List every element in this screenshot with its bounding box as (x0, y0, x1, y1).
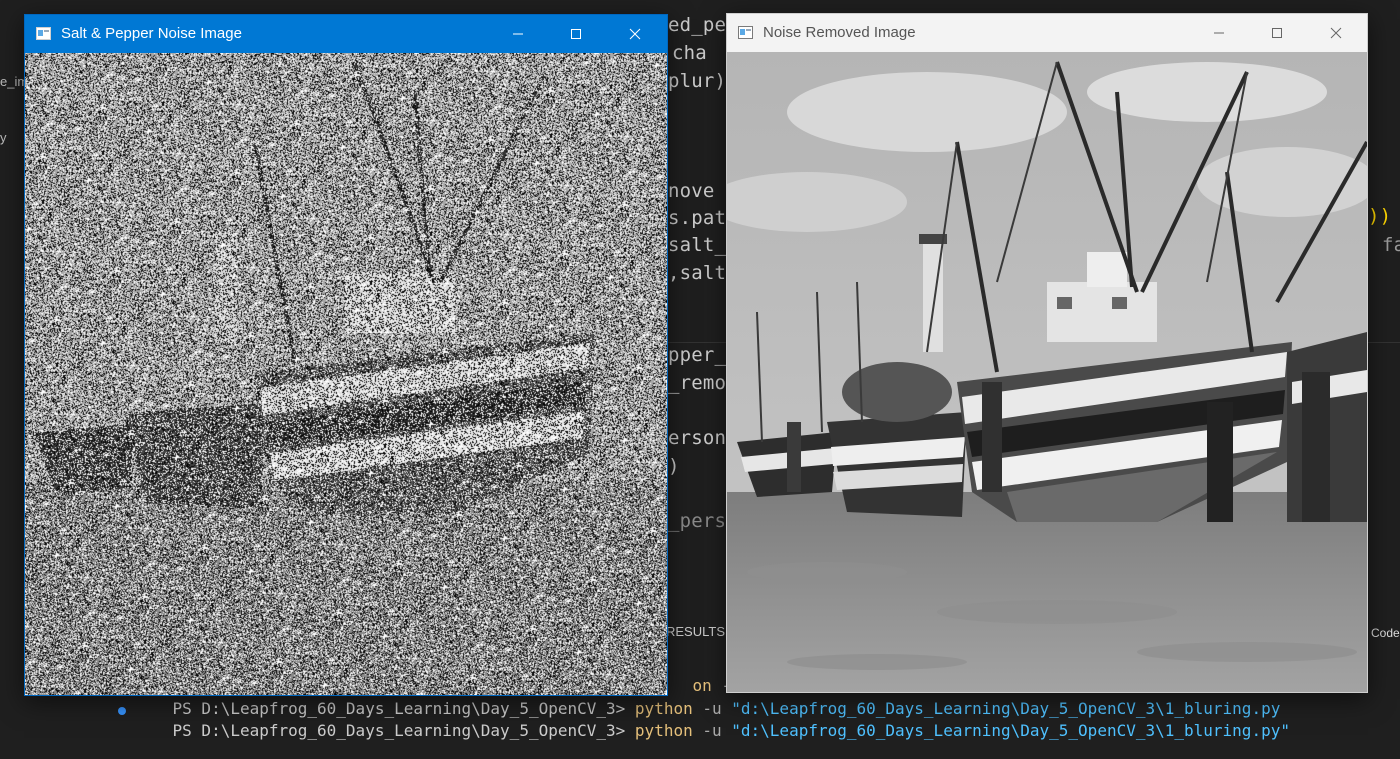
code-line: plur) (668, 70, 727, 92)
close-icon (1330, 27, 1342, 39)
window-title: Salt & Pepper Noise Image (61, 25, 242, 42)
window-titlebar[interactable]: Noise Removed Image (727, 14, 1367, 52)
salt-pepper-window[interactable]: Salt & Pepper Noise Image (24, 14, 668, 696)
close-icon (629, 28, 641, 40)
minimize-button[interactable] (489, 15, 547, 53)
image-display (727, 52, 1367, 692)
code-line: ) (668, 455, 680, 477)
minimize-icon (513, 33, 523, 35)
close-button[interactable] (606, 15, 664, 53)
image-display (25, 53, 667, 695)
window-title: Noise Removed Image (763, 24, 916, 41)
terminal-command: python (634, 721, 693, 740)
maximize-icon (571, 29, 581, 39)
tab-code[interactable]: Code (1371, 626, 1400, 640)
salt-pepper-noise-overlay (25, 53, 667, 695)
code-fragment: fa (1382, 234, 1400, 256)
terminal-status-dot-icon (118, 707, 126, 715)
close-button[interactable] (1307, 14, 1365, 52)
minimize-button[interactable] (1190, 14, 1248, 52)
code-line: cha (672, 42, 707, 64)
noise-removed-window[interactable]: Noise Removed Image (726, 13, 1368, 693)
maximize-button[interactable] (1248, 14, 1306, 52)
code-line: ed_pe (668, 14, 727, 36)
window-app-icon (36, 27, 51, 40)
terminal-flag: -u (702, 721, 722, 740)
maximize-button[interactable] (547, 15, 605, 53)
code-parens: )) (1368, 205, 1392, 227)
terminal-prompt: PS D:\Leapfrog_60_Days_Learning\Day_5_Op… (172, 721, 626, 740)
window-app-icon (738, 26, 753, 39)
window-titlebar[interactable]: Salt & Pepper Noise Image (25, 15, 667, 53)
terminal-arg: "d:\Leapfrog_60_Days_Learning\Day_5_Open… (731, 721, 1290, 740)
tab-results[interactable]: RESULTS (666, 624, 725, 639)
maximize-icon (1272, 28, 1282, 38)
terminal-line: PS D:\Leapfrog_60_Days_Learning\Day_5_Op… (134, 702, 1290, 759)
minimize-icon (1214, 32, 1224, 34)
boat-image (727, 52, 1367, 692)
sidebar-fragment: y (0, 130, 7, 145)
